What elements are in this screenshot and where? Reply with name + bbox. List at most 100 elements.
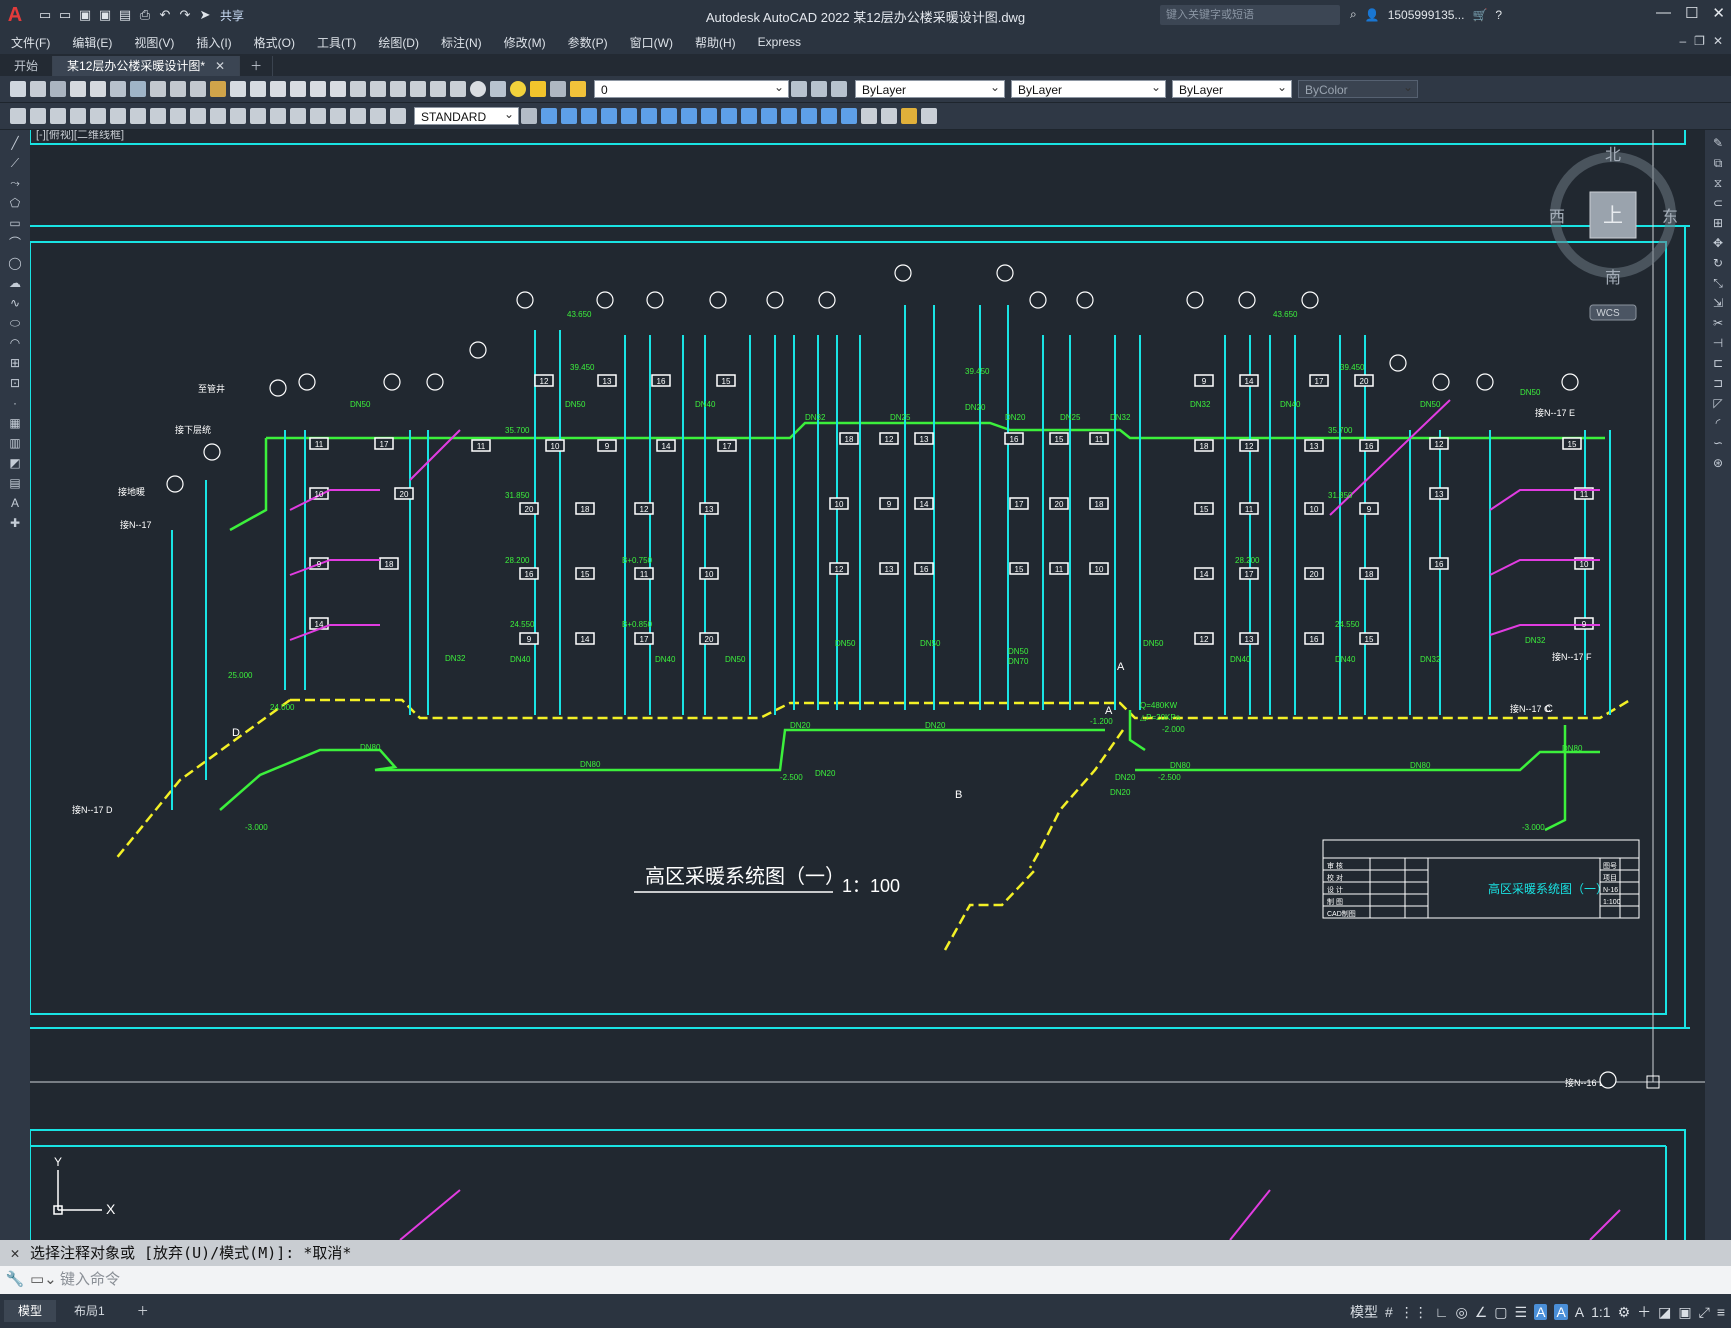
- cart-icon[interactable]: 🛒: [1472, 8, 1487, 22]
- add-layout-button[interactable]: ＋: [123, 1300, 163, 1322]
- menu-tools[interactable]: 工具(T): [306, 34, 367, 51]
- layer-thaw-icon[interactable]: [530, 81, 546, 97]
- sheet-set-icon[interactable]: [410, 81, 426, 97]
- add-selected-icon[interactable]: ✚: [7, 516, 23, 530]
- arc-icon[interactable]: ⌒: [7, 236, 23, 250]
- move-icon[interactable]: [641, 108, 657, 124]
- ordinate-dim-icon[interactable]: [70, 108, 86, 124]
- model-tab[interactable]: 模型: [4, 1300, 57, 1322]
- stretch-icon[interactable]: [701, 108, 717, 124]
- user-icon[interactable]: 👤: [1365, 8, 1380, 22]
- trim-icon[interactable]: ✂: [1710, 316, 1726, 330]
- snap-icon[interactable]: ⋮⋮: [1400, 1304, 1428, 1321]
- add-icon[interactable]: ＋: [1637, 1302, 1651, 1322]
- ellipse-icon[interactable]: ⬭: [7, 316, 23, 330]
- offset-icon[interactable]: ⊂: [1710, 196, 1726, 210]
- search-icon[interactable]: ⌕: [1350, 7, 1357, 22]
- gradient-icon[interactable]: ▥: [7, 436, 23, 450]
- plot-preview-icon[interactable]: [90, 81, 106, 97]
- baseline-dim-icon[interactable]: [190, 108, 206, 124]
- save-as-icon[interactable]: ▣: [96, 6, 114, 24]
- menu-draw[interactable]: 绘图(D): [367, 34, 430, 51]
- chamfer-icon[interactable]: [801, 108, 817, 124]
- menu-dimension[interactable]: 标注(N): [430, 34, 493, 51]
- move-icon[interactable]: ✥: [1710, 236, 1726, 250]
- menu-express[interactable]: Express: [747, 35, 812, 49]
- share-button[interactable]: 共享: [220, 7, 244, 24]
- diameter-dim-icon[interactable]: [130, 108, 146, 124]
- autocad-logo-icon[interactable]: A: [4, 4, 26, 27]
- layer-properties-icon[interactable]: [490, 81, 506, 97]
- properties-icon[interactable]: [350, 81, 366, 97]
- spline-icon[interactable]: ∿: [7, 296, 23, 310]
- dim-edit-icon[interactable]: [350, 108, 366, 124]
- construction-line-icon[interactable]: ⟋: [7, 156, 23, 170]
- tab-start[interactable]: 开始: [0, 56, 54, 76]
- open-icon[interactable]: [30, 81, 46, 97]
- textstyle-dropdown[interactable]: STANDARD: [414, 105, 519, 125]
- redo-icon[interactable]: ↷: [176, 6, 194, 24]
- zoom-realtime-icon[interactable]: [290, 81, 306, 97]
- recent-commands-icon[interactable]: ▭⌄: [30, 1266, 60, 1294]
- viewcube-north[interactable]: 北: [1605, 146, 1621, 164]
- wcs-label[interactable]: WCS: [1596, 308, 1620, 319]
- image-icon[interactable]: [921, 108, 937, 124]
- linetype-dropdown[interactable]: ByLayer: [1011, 78, 1166, 98]
- menu-window[interactable]: 窗口(W): [619, 34, 684, 51]
- layer-dropdown[interactable]: 0: [594, 78, 789, 98]
- maximize-icon[interactable]: ☐: [1685, 4, 1698, 22]
- annotation-scale-icon[interactable]: A: [1575, 1304, 1584, 1320]
- doc-minimize-icon[interactable]: –: [1679, 34, 1686, 48]
- viewcube[interactable]: 上 北 南 西 东 WCS: [1549, 146, 1678, 321]
- region-icon[interactable]: ◩: [7, 456, 23, 470]
- center-mark-icon[interactable]: [290, 108, 306, 124]
- mirror-icon[interactable]: [581, 108, 597, 124]
- copy-object-icon[interactable]: [561, 108, 577, 124]
- lineweight-dropdown[interactable]: ByLayer: [1172, 78, 1292, 98]
- plotstyle-dropdown[interactable]: ByColor: [1298, 78, 1418, 98]
- copy-icon[interactable]: ⧉: [1710, 156, 1726, 170]
- insert-block-icon[interactable]: ⊞: [7, 356, 23, 370]
- viewcube-top[interactable]: 上: [1603, 204, 1623, 227]
- layout-tab[interactable]: 布局1: [60, 1300, 119, 1322]
- jogged-dim-icon[interactable]: [110, 108, 126, 124]
- angular-dim-icon[interactable]: [150, 108, 166, 124]
- save-icon[interactable]: ▣: [76, 6, 94, 24]
- array-icon[interactable]: ⊞: [1710, 216, 1726, 230]
- tolerance-icon[interactable]: [270, 108, 286, 124]
- fillet-icon[interactable]: ◜: [1710, 416, 1726, 430]
- dim-style-icon[interactable]: [521, 108, 537, 124]
- layer-previous-icon[interactable]: [811, 81, 827, 97]
- mtext-icon[interactable]: A: [7, 496, 23, 510]
- command-line[interactable]: 🔧 ▭⌄ 键入命令: [0, 1266, 1731, 1294]
- extend-icon[interactable]: ⊣: [1710, 336, 1726, 350]
- open-icon[interactable]: ▭: [56, 6, 74, 24]
- drawing-canvas[interactable]: [-][俯视][二维线框] DN50 DN50 DN40 DN32 DN25 D…: [30, 130, 1705, 1240]
- match-properties-icon[interactable]: [210, 81, 226, 97]
- break-icon[interactable]: [761, 108, 777, 124]
- viewcube-east[interactable]: 东: [1662, 208, 1678, 226]
- annotation-scale-value[interactable]: 1:1: [1591, 1304, 1610, 1320]
- table-icon[interactable]: ▤: [7, 476, 23, 490]
- cut-icon[interactable]: [150, 81, 166, 97]
- plot-icon[interactable]: [70, 81, 86, 97]
- arc-length-icon[interactable]: [50, 108, 66, 124]
- layer-lock-icon[interactable]: [570, 81, 586, 97]
- object-snap-icon[interactable]: ▢: [1494, 1304, 1507, 1321]
- design-center-icon[interactable]: [370, 81, 386, 97]
- annotation-visibility-icon[interactable]: A: [1534, 1304, 1548, 1320]
- polar-icon[interactable]: ◎: [1456, 1304, 1468, 1321]
- customization-menu-icon[interactable]: ≡: [1717, 1304, 1725, 1320]
- explode-icon[interactable]: ⊛: [1710, 456, 1726, 470]
- layer-on-icon[interactable]: [510, 81, 526, 97]
- trim-icon[interactable]: [721, 108, 737, 124]
- publish-icon[interactable]: ▤: [116, 6, 134, 24]
- dim-update-icon[interactable]: [390, 108, 406, 124]
- viewcube-south[interactable]: 南: [1605, 269, 1621, 287]
- ellipse-arc-icon[interactable]: ◠: [7, 336, 23, 350]
- menu-help[interactable]: 帮助(H): [684, 34, 747, 51]
- osnap-tracking-icon[interactable]: ∠: [1475, 1304, 1488, 1321]
- rotate-icon[interactable]: ↻: [1710, 256, 1726, 270]
- viewcube-west[interactable]: 西: [1549, 209, 1565, 226]
- hardware-icon[interactable]: ▣: [1678, 1304, 1691, 1321]
